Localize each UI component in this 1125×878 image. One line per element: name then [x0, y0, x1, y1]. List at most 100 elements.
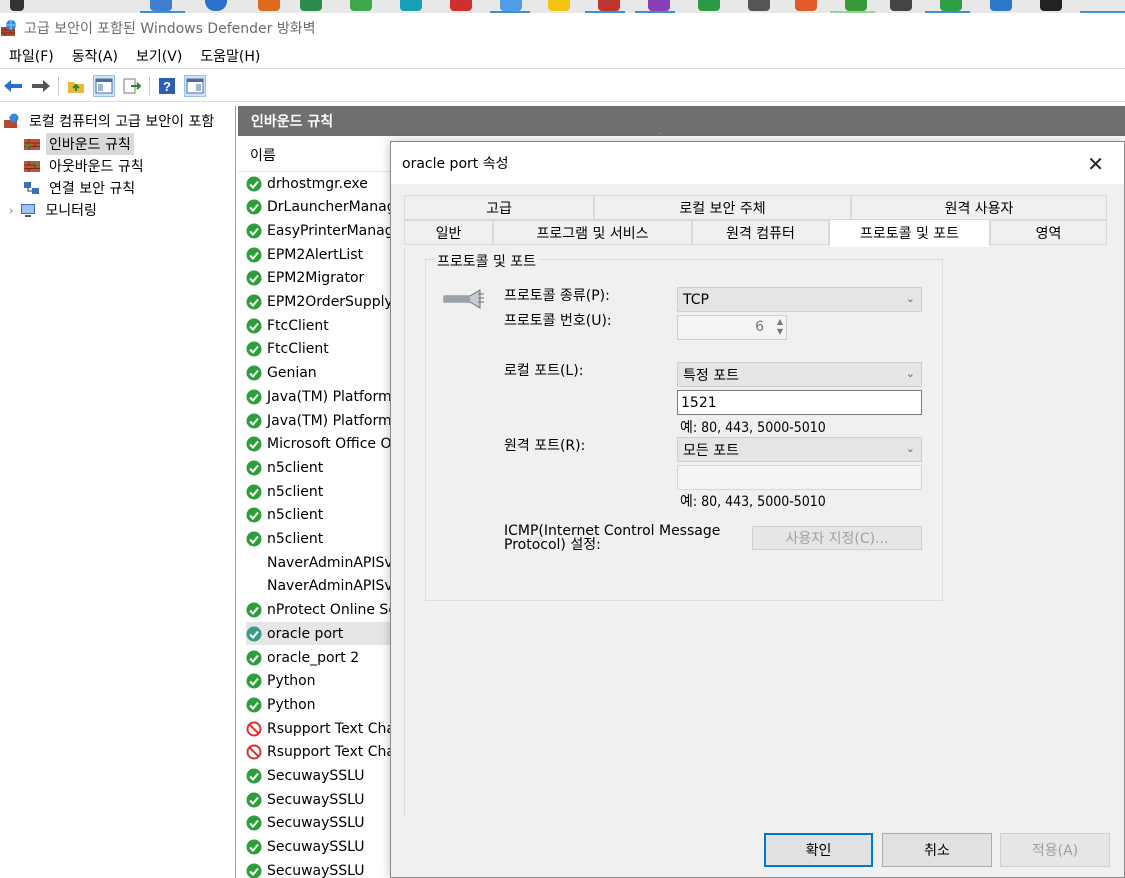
remote-port-input[interactable] [677, 465, 922, 490]
expand-chevron-icon[interactable]: › [9, 204, 13, 217]
tab-advanced[interactable]: 고급 [404, 195, 594, 220]
app-icon[interactable] [795, 0, 817, 11]
app-icon[interactable] [648, 0, 670, 11]
tab-general[interactable]: 일반 [404, 220, 493, 245]
column-header-name[interactable]: 이름 [250, 145, 276, 165]
table-row[interactable]: Java(TM) Platform [246, 385, 406, 408]
tab-remote-computers[interactable]: 원격 컴퓨터 [692, 220, 829, 245]
protocol-number-stepper[interactable]: 6 ▲ ▼ [677, 315, 787, 340]
table-row[interactable]: SecuwaySSLU [246, 859, 406, 878]
ok-button[interactable]: 확인 [764, 833, 873, 867]
local-port-select[interactable]: 특정 포트 ⌄ [677, 362, 922, 387]
table-row[interactable]: Python [246, 693, 406, 716]
menu-file[interactable]: 파일(F) [0, 46, 63, 66]
table-row[interactable]: Python [246, 670, 406, 693]
block-icon [246, 744, 262, 760]
show-hide-console-tree-button[interactable] [93, 74, 115, 97]
tab-programs-and-services[interactable]: 프로그램 및 서비스 [493, 220, 692, 245]
table-row[interactable]: oracle_port 2 [246, 646, 406, 669]
app-icon[interactable] [598, 0, 620, 11]
table-row[interactable]: n5client [246, 504, 406, 527]
close-icon[interactable]: ✕ [1087, 152, 1104, 176]
table-row[interactable]: nProtect Online Se [246, 599, 406, 622]
up-folder-button[interactable] [65, 75, 87, 97]
app-icon[interactable] [940, 0, 962, 11]
tab-protocols-and-ports[interactable]: 프로토콜 및 포트 [829, 219, 990, 247]
chevron-down-icon: ⌄ [905, 442, 915, 455]
app-icon[interactable] [890, 0, 912, 11]
app-icon[interactable] [400, 0, 422, 11]
app-icon[interactable] [150, 0, 172, 11]
tree-item-monitoring[interactable]: › 모니터링 [9, 199, 100, 221]
menu-help[interactable]: 도움말(H) [191, 46, 269, 66]
local-port-label: 로컬 포트(L): [504, 363, 584, 379]
table-row[interactable]: EasyPrinterManage [246, 219, 406, 242]
table-row[interactable]: Microsoft Office O [246, 433, 406, 456]
tree-root[interactable]: 로컬 컴퓨터의 고급 보안이 포함 [3, 110, 217, 132]
spinner-arrows-icon[interactable]: ▲ ▼ [777, 317, 783, 337]
show-hide-action-pane-button[interactable] [184, 74, 206, 97]
table-row[interactable]: EPM2OrderSupply [246, 291, 406, 314]
local-port-input[interactable]: 1521 [677, 390, 922, 415]
app-icon[interactable] [205, 0, 227, 11]
protocol-type-label: 프로토콜 종류(P): [504, 288, 610, 304]
tab-remote-users[interactable]: 원격 사용자 [851, 195, 1107, 220]
cancel-button[interactable]: 취소 [882, 833, 992, 867]
tab-local-principals[interactable]: 로컬 보안 주체 [594, 195, 851, 220]
customize-icmp-button[interactable]: 사용자 지정(C)... [752, 526, 922, 550]
app-icon[interactable] [300, 0, 322, 11]
table-row[interactable]: oracle port [246, 622, 406, 646]
tree-item-label: 모니터링 [45, 203, 97, 219]
table-row[interactable]: Java(TM) Platform [246, 409, 406, 432]
table-row[interactable]: SecuwaySSLU [246, 812, 406, 835]
allow-check-icon [246, 365, 262, 381]
tree-item-connection-security-rules[interactable]: 연결 보안 규칙 [23, 177, 138, 199]
table-row[interactable]: EPM2Migrator [246, 267, 406, 290]
remote-port-select[interactable]: 모든 포트 ⌄ [677, 437, 922, 462]
back-button[interactable] [2, 75, 24, 97]
app-icon[interactable] [990, 0, 1012, 11]
app-icon[interactable] [845, 0, 867, 11]
menu-view[interactable]: 보기(V) [127, 46, 191, 66]
app-icon[interactable] [500, 0, 522, 11]
table-row[interactable]: n5client [246, 456, 406, 479]
local-port-hint: 예: 80, 443, 5000-5010 [680, 420, 826, 436]
tree-item-outbound-rules[interactable]: 아웃바운드 규칙 [23, 155, 147, 177]
table-row[interactable]: Rsupport Text Cha [246, 717, 406, 740]
table-row[interactable]: drhostmgr.exe [246, 172, 406, 195]
rule-name: EPM2OrderSupply [267, 294, 393, 310]
table-row[interactable]: n5client [246, 480, 406, 503]
table-row[interactable]: SecuwaySSLU [246, 836, 406, 859]
app-icon[interactable] [350, 0, 372, 11]
app-icon[interactable] [698, 0, 720, 11]
protocol-type-select[interactable]: TCP ⌄ [677, 287, 922, 312]
back-arrow-icon [10, 0, 24, 11]
table-row[interactable]: FtcClient [246, 338, 406, 361]
apply-button[interactable]: 적용(A) [1000, 833, 1110, 867]
app-icon[interactable] [450, 0, 472, 11]
table-row[interactable]: Genian [246, 362, 406, 385]
app-icon[interactable] [258, 0, 280, 11]
table-row[interactable]: SecuwaySSLU [246, 765, 406, 788]
table-row[interactable]: EPM2AlertList [246, 243, 406, 266]
table-row[interactable]: NaverAdminAPISvc [246, 551, 406, 574]
forward-button[interactable] [30, 75, 52, 97]
help-button[interactable]: ? [156, 75, 178, 97]
forward-arrow-icon [32, 79, 50, 92]
table-row[interactable]: n5client [246, 528, 406, 551]
table-row[interactable]: DrLauncherManag [246, 196, 406, 219]
export-list-button[interactable] [121, 75, 143, 97]
firewall-app-icon [4, 113, 19, 128]
allow-check-icon [246, 247, 262, 263]
tree-item-inbound-rules[interactable]: 인바운드 규칙 [23, 133, 134, 155]
rule-name: SecuwaySSLU [267, 815, 365, 832]
menu-action[interactable]: 동작(A) [63, 46, 127, 66]
app-icon[interactable] [1040, 0, 1062, 11]
table-row[interactable]: NaverAdminAPISvc [246, 575, 406, 598]
table-row[interactable]: SecuwaySSLU [246, 788, 406, 811]
app-icon[interactable] [548, 0, 570, 11]
table-row[interactable]: FtcClient [246, 314, 406, 337]
app-icon[interactable] [748, 0, 770, 11]
table-row[interactable]: Rsupport Text Cha [246, 741, 406, 764]
tab-scope[interactable]: 영역 [990, 220, 1107, 245]
